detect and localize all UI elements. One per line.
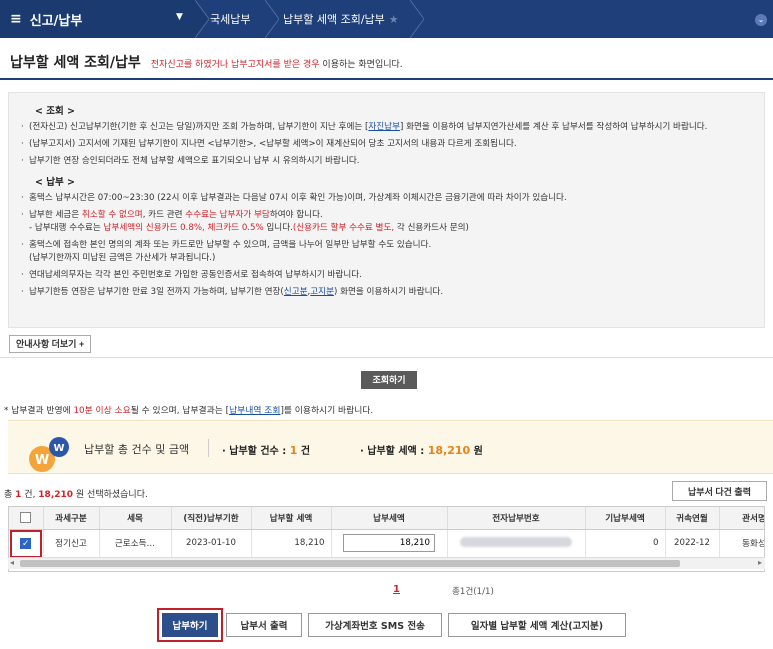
column-header: 기납부세액 bbox=[585, 507, 666, 530]
scroll-left-icon[interactable]: ◂ bbox=[10, 558, 14, 567]
svg-text:W: W bbox=[35, 453, 49, 468]
column-header: (직전)납부기한 bbox=[171, 507, 252, 530]
payment-summary: W W 납부할 총 건수 및 금액 · 납부할 건수 : 1 건 · 납부할 세… bbox=[8, 420, 773, 474]
page-description: 전자신고를 하였거나 납부고지서를 받은 경우 이용하는 화면입니다. bbox=[150, 60, 403, 70]
page-header: 납부할 세액 조회/납부 전자신고를 하였거나 납부고지서를 받은 경우 이용하… bbox=[10, 52, 403, 72]
breadcrumb-separator-icon bbox=[195, 0, 209, 38]
table-header-row: 과세구분 세목 (직전)납부기한 납부할 세액 납부세액 전자납부번호 기납부세… bbox=[9, 507, 764, 530]
section-divider bbox=[0, 357, 773, 358]
column-header: 세목 bbox=[99, 507, 172, 530]
notice-section-inquiry: < 조회 > bbox=[35, 106, 76, 117]
cell-tax-type: 정기신고 bbox=[43, 529, 100, 557]
horizontal-scrollbar[interactable]: ◂ ▸ bbox=[8, 557, 765, 569]
title-divider bbox=[0, 78, 773, 80]
payment-count: · 납부할 건수 : 1 건 bbox=[222, 444, 311, 457]
breadcrumb-item-national-tax-payment[interactable]: 국세납부 bbox=[210, 0, 250, 38]
column-header: 전자납부번호 bbox=[447, 507, 586, 530]
column-header: 귀속연월 bbox=[665, 507, 720, 530]
cell-period: 2022-12 bbox=[665, 529, 720, 557]
daily-tax-calculation-button[interactable]: 일자별 납부할 세액 계산(고지분) bbox=[448, 613, 626, 637]
self-payment-link[interactable]: 자진납부 bbox=[368, 122, 400, 132]
notice-item: 납부한 세금은 취소할 수 없으며, 카드 관련 수수료는 납부자가 부담하여야… bbox=[21, 209, 752, 235]
cell-electronic-payment-number bbox=[447, 529, 586, 557]
cell-amount-due: 18,210 bbox=[251, 529, 332, 557]
expand-icon[interactable]: ⌄ bbox=[755, 14, 767, 26]
column-header: 관서명 bbox=[719, 507, 764, 530]
cell-prepaid: 0 bbox=[585, 529, 666, 557]
scroll-right-icon[interactable]: ▸ bbox=[758, 558, 762, 567]
selection-summary: 총 1 건, 18,210 원 선택하셨습니다. bbox=[4, 490, 148, 500]
page-number-current[interactable]: 1 bbox=[393, 584, 400, 595]
summary-label: 납부할 총 건수 및 금액 bbox=[84, 443, 190, 456]
chevron-down-icon[interactable]: ▼ bbox=[176, 12, 183, 22]
hamburger-icon[interactable]: ≡ bbox=[10, 11, 22, 27]
checkbox-highlight-box bbox=[10, 530, 42, 558]
page-title: 납부할 세액 조회/납부 bbox=[10, 55, 141, 71]
select-all-checkbox-cell[interactable] bbox=[9, 507, 44, 530]
column-header: 납부세액 bbox=[331, 507, 448, 530]
print-multiple-bills-button[interactable]: 납부서 다건 출력 bbox=[672, 481, 767, 501]
more-notices-button[interactable]: 안내사항 더보기 + bbox=[9, 335, 92, 353]
notice-item: 납부기한 연장 승인되더라도 전체 납부할 세액으로 표기되오니 납부 시 유의… bbox=[21, 155, 752, 168]
cell-pay-amount bbox=[331, 529, 448, 557]
scrollbar-thumb[interactable] bbox=[20, 560, 680, 567]
cell-office: 동화성 bbox=[719, 529, 764, 557]
main-menu-button[interactable]: ≡ 신고/납부 bbox=[0, 0, 195, 38]
action-buttons: 납부하기 납부서 출력 가상계좌번호 SMS 전송 일자별 납부할 세액 계산(… bbox=[0, 613, 773, 637]
extension-report-link[interactable]: 신고분 bbox=[284, 287, 308, 297]
notice-box: < 조회 > (전자신고) 신고납부기한(기한 후 신고는 당일)까지만 조회 … bbox=[8, 92, 765, 328]
cell-due-date: 2023-01-10 bbox=[171, 529, 252, 557]
svg-text:W: W bbox=[53, 443, 64, 454]
coin-logo-icon: W W bbox=[29, 437, 69, 472]
notice-item: 연대납세의무자는 각각 본인 주민번호로 가입한 공동인증서로 접속하여 납부하… bbox=[21, 269, 752, 282]
payment-amount: · 납부할 세액 : 18,210 원 bbox=[360, 444, 483, 457]
menu-label: 신고/납부 bbox=[29, 13, 83, 29]
notice-item: (전자신고) 신고납부기한(기한 후 신고는 당일)까지만 조회 가능하며, 납… bbox=[21, 121, 752, 134]
favorite-star-icon[interactable]: ★ bbox=[389, 13, 399, 26]
pay-amount-input[interactable] bbox=[343, 534, 435, 553]
sms-virtual-account-button[interactable]: 가상계좌번호 SMS 전송 bbox=[308, 613, 442, 637]
payment-history-link[interactable]: 납부내역 조회 bbox=[229, 406, 280, 416]
breadcrumb-separator-icon bbox=[265, 0, 279, 38]
table-row[interactable]: ✓ 정기신고 근로소득… 2023-01-10 18,210 0 2022-12… bbox=[9, 529, 764, 557]
pay-button[interactable]: 납부하기 bbox=[162, 613, 218, 637]
notice-item: 납부기한등 연장은 납부기한 만료 3일 전까지 가능하며, 납부기한 연장(신… bbox=[21, 286, 752, 299]
redacted-value bbox=[460, 536, 572, 547]
notice-item: 홈택스에 접속한 본인 명의의 계좌 또는 카드로만 납부할 수 있으며, 금액… bbox=[21, 239, 752, 265]
extension-notice-link[interactable]: 고지분 bbox=[310, 287, 334, 297]
page-total: 총1건(1/1) bbox=[452, 587, 494, 597]
breadcrumb-item-current-page[interactable]: 납부할 세액 조회/납부 ★ bbox=[283, 0, 399, 38]
summary-divider bbox=[208, 439, 209, 457]
column-header: 납부할 세액 bbox=[251, 507, 332, 530]
payment-result-info: * 납부결과 반영에 10분 이상 소요될 수 있으며, 납부결과는 [납부내역… bbox=[4, 406, 374, 416]
notice-section-payment: < 납부 > bbox=[35, 177, 76, 188]
search-button[interactable]: 조회하기 bbox=[361, 371, 417, 389]
cell-tax-item: 근로소득… bbox=[99, 529, 172, 557]
top-nav-bar: ≡ 신고/납부 ▼ 국세납부 납부할 세액 조회/납부 ★ ⌄ bbox=[0, 0, 773, 38]
notice-item: (납부고지서) 고지서에 기재된 납부기한이 지나면 <납부기한>, <납부할 … bbox=[21, 138, 752, 151]
print-bill-button[interactable]: 납부서 출력 bbox=[226, 613, 302, 637]
notice-item: 홈택스 납부시간은 07:00~23:30 (22시 이후 납부결과는 다음날 … bbox=[21, 192, 752, 205]
breadcrumb-separator-icon bbox=[410, 0, 424, 38]
column-header: 과세구분 bbox=[43, 507, 100, 530]
select-all-checkbox[interactable] bbox=[20, 512, 32, 524]
